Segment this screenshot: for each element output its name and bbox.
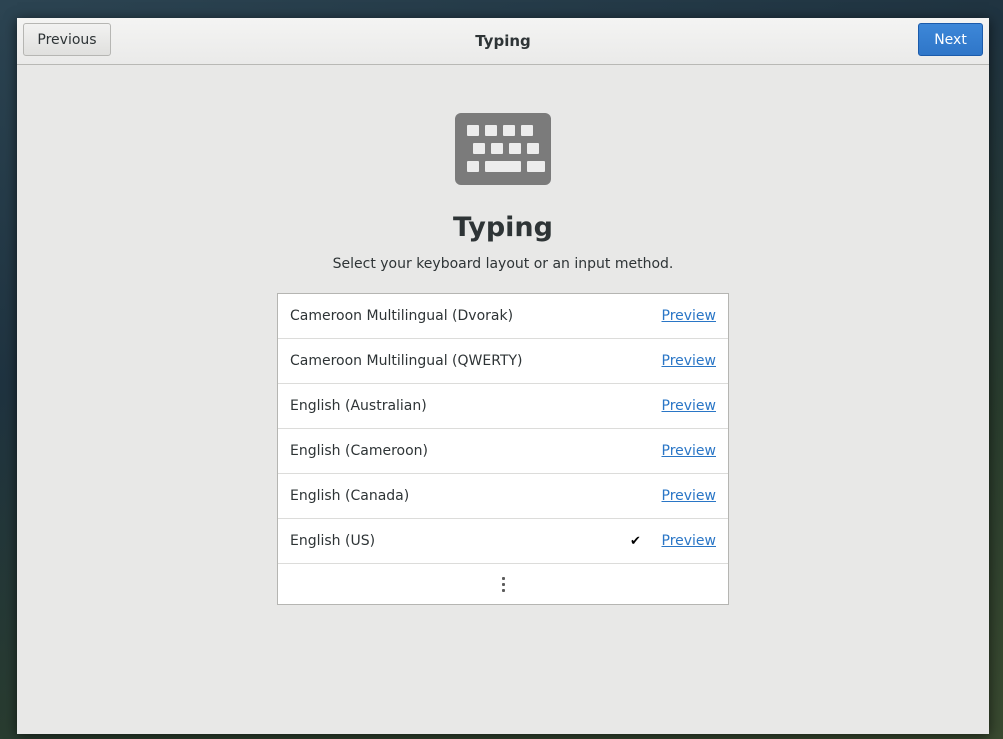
layout-row[interactable]: Cameroon Multilingual (Dvorak) Preview (278, 294, 728, 339)
window-title: Typing (475, 32, 531, 50)
layout-row[interactable]: English (Canada) Preview (278, 474, 728, 519)
header-bar: Previous Typing Next (17, 18, 989, 65)
layout-label: English (Cameroon) (290, 443, 428, 459)
preview-link[interactable]: Preview (662, 443, 717, 459)
preview-link[interactable]: Preview (662, 308, 717, 324)
keyboard-icon (455, 113, 551, 185)
next-button[interactable]: Next (918, 23, 983, 56)
layout-row[interactable]: Cameroon Multilingual (QWERTY) Preview (278, 339, 728, 384)
preview-link[interactable]: Preview (662, 353, 717, 369)
layout-label: Cameroon Multilingual (Dvorak) (290, 308, 514, 324)
layout-row-selected[interactable]: English (US) ✔ Preview (278, 519, 728, 564)
layout-label: English (US) (290, 533, 376, 549)
layout-label: English (Australian) (290, 398, 427, 414)
layout-row[interactable]: English (Cameroon) Preview (278, 429, 728, 474)
preview-link[interactable]: Preview (662, 488, 717, 504)
page-subtitle: Select your keyboard layout or an input … (332, 256, 674, 272)
preview-link[interactable]: Preview (662, 398, 717, 414)
layout-label: English (Canada) (290, 488, 410, 504)
more-layouts-button[interactable] (278, 564, 728, 604)
checkmark-icon: ✔ (630, 533, 641, 549)
previous-button[interactable]: Previous (23, 23, 111, 56)
layout-list: Cameroon Multilingual (Dvorak) Preview C… (277, 293, 729, 605)
layout-label: Cameroon Multilingual (QWERTY) (290, 353, 523, 369)
setup-window: Previous Typing Next Typing Select your … (17, 18, 989, 734)
more-vertical-icon (501, 576, 505, 592)
layout-row[interactable]: English (Australian) Preview (278, 384, 728, 429)
preview-link[interactable]: Preview (662, 533, 717, 549)
page-title: Typing (453, 212, 553, 243)
